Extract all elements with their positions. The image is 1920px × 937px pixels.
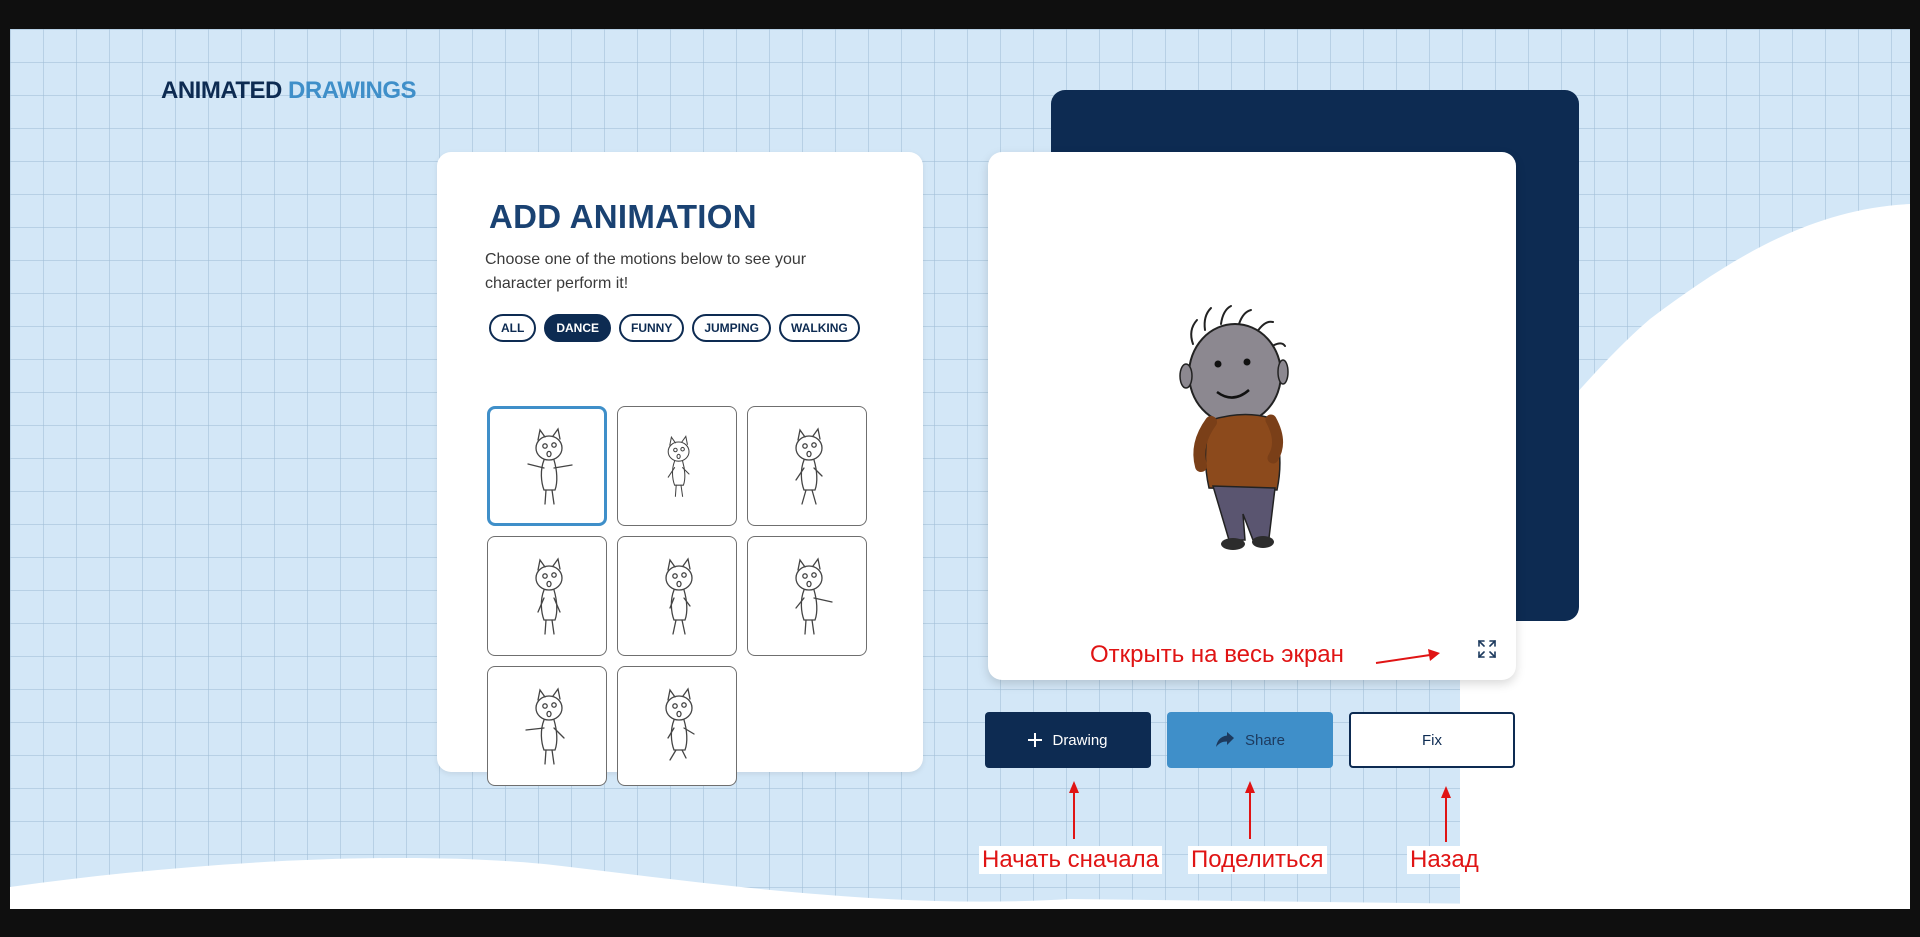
annotation-arrow (1245, 781, 1255, 839)
motion-grid (487, 406, 867, 786)
action-buttons: Drawing Share Fix (985, 712, 1515, 768)
annotation-back: Назад (1407, 846, 1482, 874)
filter-all[interactable]: ALL (489, 314, 537, 342)
motion-tile-4[interactable] (487, 536, 607, 656)
panel-title: ADD ANIMATION (489, 198, 757, 235)
cat-motion-thumbnail (535, 557, 563, 635)
cat-motion-thumbnail (527, 427, 573, 505)
annotation-arrow (1441, 786, 1451, 842)
expand-icon (1478, 640, 1496, 658)
fix-button[interactable]: Fix (1349, 712, 1515, 768)
filter-dance[interactable]: DANCE (544, 314, 611, 342)
app-canvas: ANIMATED DRAWINGS ADD ANIMATION Choose o… (10, 29, 1910, 909)
filter-funny[interactable]: FUNNY (619, 314, 685, 342)
filter-jumping[interactable]: JUMPING (692, 314, 772, 342)
add-animation-panel: ADD ANIMATION Choose one of the motions … (437, 152, 923, 786)
annotation-arrow (1069, 781, 1079, 839)
motion-tile-2[interactable] (617, 406, 737, 526)
annotation-share: Поделиться (1188, 846, 1327, 874)
motion-tile-5[interactable] (617, 536, 737, 656)
plus-icon (1028, 733, 1043, 747)
motion-tile-7[interactable] (487, 666, 607, 786)
share-arrow-icon (1215, 732, 1234, 747)
annotation-fullscreen: Открыть на весь экран (1090, 641, 1344, 668)
motion-tile-8[interactable] (617, 666, 737, 786)
app-logo[interactable]: ANIMATED DRAWINGS (161, 77, 417, 105)
motion-tile-1[interactable] (487, 406, 607, 526)
logo-text-main: ANIMATED (161, 77, 282, 104)
cat-motion-thumbnail (665, 687, 695, 761)
new-drawing-label: Drawing (1052, 731, 1108, 749)
logo-text-accent: DRAWINGS (288, 77, 417, 104)
cat-motion-thumbnail (795, 557, 833, 635)
background-wave (10, 204, 1910, 909)
share-button[interactable]: Share (1167, 712, 1333, 768)
cat-motion-thumbnail (667, 435, 690, 497)
motion-tile-6[interactable] (747, 536, 867, 656)
panel-description: Choose one of the motions below to see y… (485, 251, 807, 292)
cat-motion-thumbnail (525, 687, 565, 765)
character-drawing (1179, 305, 1289, 550)
motion-tile-3[interactable] (747, 406, 867, 526)
cat-motion-thumbnail (665, 557, 693, 635)
new-drawing-button[interactable]: Drawing (985, 712, 1151, 768)
annotation-arrow (1375, 649, 1440, 664)
fix-label: Fix (1422, 731, 1442, 749)
motion-filter-bar: ALL DANCE FUNNY JUMPING WALKING (489, 314, 860, 342)
share-label: Share (1244, 731, 1286, 749)
animation-preview: Открыть на весь экран (988, 152, 1516, 680)
annotation-restart: Начать сначала (979, 846, 1162, 874)
filter-walking[interactable]: WALKING (779, 314, 860, 342)
fullscreen-button[interactable] (1476, 638, 1498, 660)
cat-motion-thumbnail (795, 427, 823, 505)
